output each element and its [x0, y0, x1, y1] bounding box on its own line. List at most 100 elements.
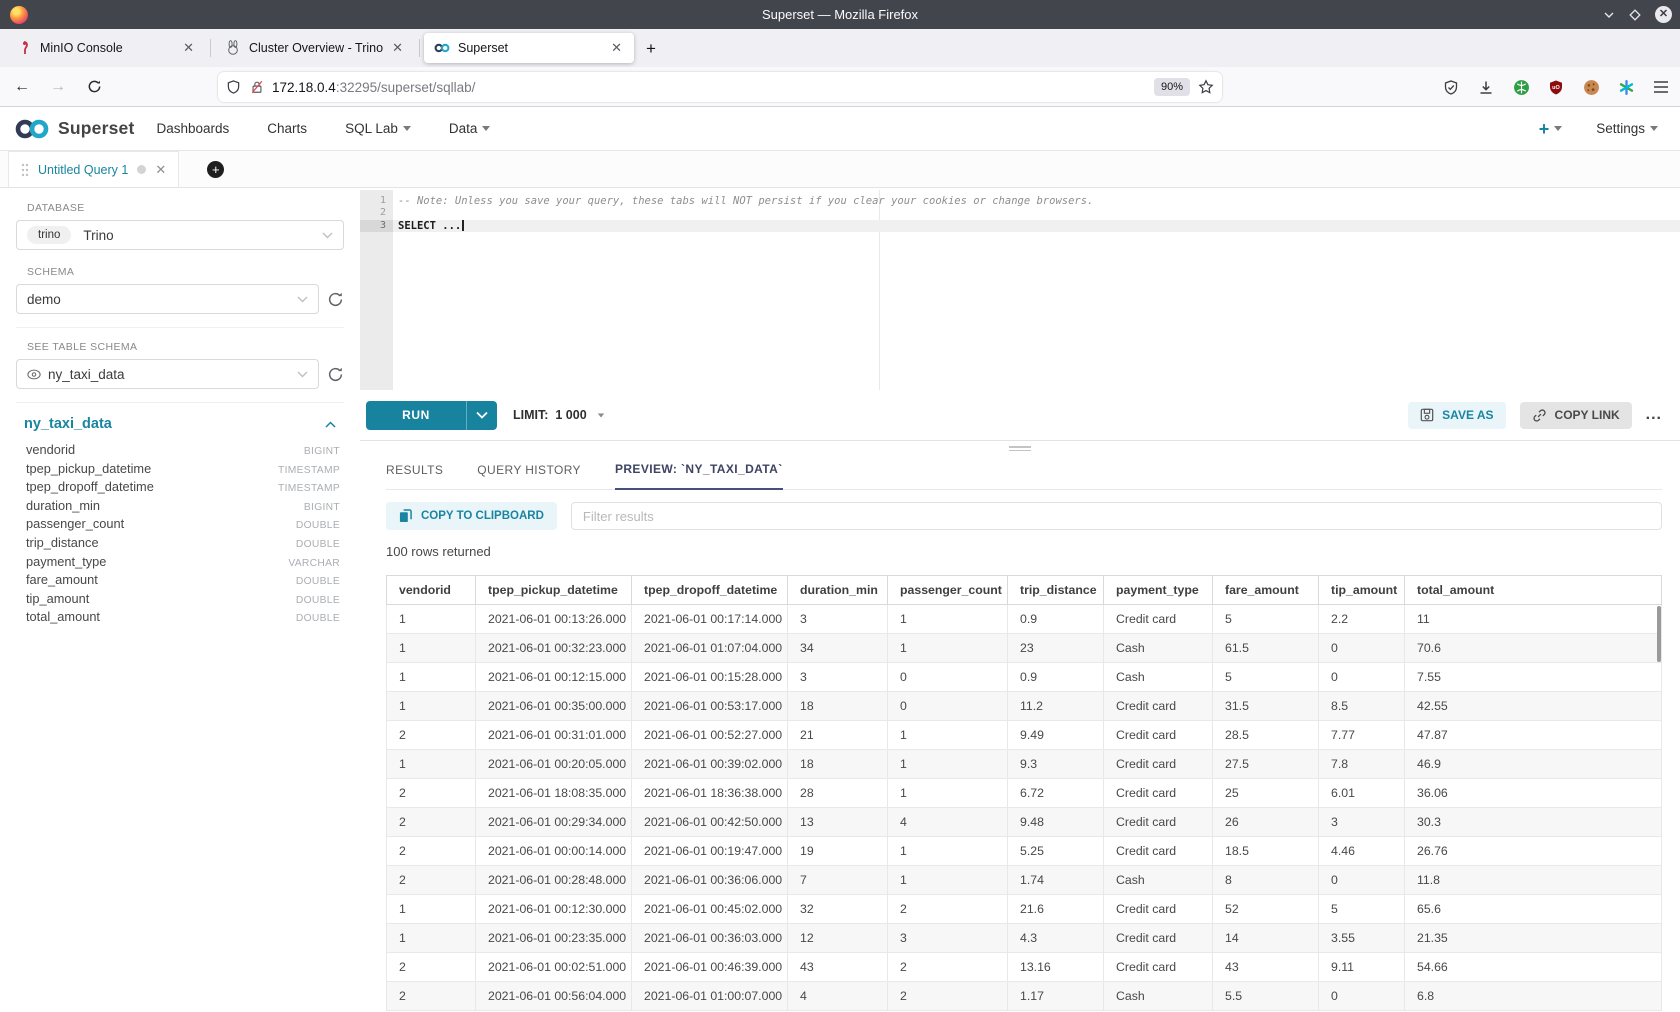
table-row[interactable]: 1 2021-06-01 00:12:30.000 2021-06-01 00:… [387, 895, 1662, 924]
database-label: DATABASE [27, 202, 344, 214]
table-row[interactable]: 2 2021-06-01 00:56:04.000 2021-06-01 01:… [387, 982, 1662, 1011]
table-row[interactable]: 1 2021-06-01 00:23:35.000 2021-06-01 00:… [387, 924, 1662, 953]
settings-menu[interactable]: Settings [1596, 121, 1658, 136]
run-options-chevron-icon[interactable] [467, 411, 497, 419]
table-picker-select[interactable]: ny_taxi_data [16, 359, 319, 389]
cell-payment-type: Credit card [1104, 779, 1213, 808]
forward-button[interactable]: → [44, 73, 72, 101]
bookmark-star-icon[interactable] [1198, 79, 1214, 95]
filter-results-input[interactable] [571, 502, 1662, 530]
reload-button[interactable] [80, 73, 108, 101]
new-item-button[interactable]: + [1539, 120, 1563, 138]
query-tab-close-icon[interactable]: ✕ [155, 162, 166, 178]
nav-data[interactable]: Data [449, 121, 491, 136]
table-header-cell[interactable]: tpep_pickup_datetime [476, 576, 632, 605]
downloads-icon[interactable] [1477, 78, 1495, 96]
table-header-cell[interactable]: fare_amount [1213, 576, 1319, 605]
table-header-cell[interactable]: total_amount [1405, 576, 1662, 605]
insecure-lock-icon[interactable] [250, 79, 264, 95]
zoom-level-badge[interactable]: 90% [1154, 78, 1190, 96]
schema-column-row: fare_amount DOUBLE [26, 572, 340, 591]
superset-brand[interactable]: Superset [12, 117, 135, 141]
add-query-tab-button[interactable]: + [207, 161, 224, 178]
nav-dashboards[interactable]: Dashboards [157, 121, 230, 136]
save-as-button[interactable]: SAVE AS [1408, 402, 1505, 429]
menu-hamburger-icon[interactable] [1652, 78, 1670, 96]
table-header-cell[interactable]: payment_type [1104, 576, 1213, 605]
cookie-icon[interactable] [1582, 78, 1600, 96]
window-minimize-button[interactable] [1603, 9, 1615, 21]
tab-close-icon[interactable]: ✕ [390, 40, 405, 56]
refresh-schema-icon[interactable] [327, 291, 344, 308]
database-select[interactable]: trino Trino [16, 220, 344, 250]
table-header-cell[interactable]: passenger_count [888, 576, 1008, 605]
chevron-down-icon [482, 126, 490, 131]
tab-query-history[interactable]: QUERY HISTORY [477, 463, 581, 489]
table-header-cell[interactable]: tpep_dropoff_datetime [632, 576, 788, 605]
cell-fare-amount: 5 [1213, 663, 1319, 692]
extension-green-icon[interactable] [1512, 78, 1530, 96]
save-as-label: SAVE AS [1442, 408, 1493, 422]
cell-vendorid: 2 [387, 808, 476, 837]
tab-results[interactable]: RESULTS [386, 463, 443, 489]
table-header-cell[interactable]: vendorid [387, 576, 476, 605]
copy-to-clipboard-button[interactable]: COPY TO CLIPBOARD [386, 502, 557, 530]
window-title: Superset — Mozilla Firefox [0, 7, 1680, 22]
limit-dropdown[interactable]: LIMIT: 1 000 [513, 408, 605, 422]
table-header-cell[interactable]: duration_min [788, 576, 888, 605]
sql-editor[interactable]: 1 -- Note: Unless you save your query, t… [360, 190, 1680, 390]
new-tab-button[interactable]: + [646, 40, 656, 57]
cell-payment-type: Cash [1104, 634, 1213, 663]
browser-tab-superset[interactable]: Superset ✕ [424, 33, 634, 63]
cell-dropoff-datetime: 2021-06-01 00:19:47.000 [632, 837, 788, 866]
table-header-cell[interactable]: trip_distance [1008, 576, 1104, 605]
table-row[interactable]: 2 2021-06-01 18:08:35.000 2021-06-01 18:… [387, 779, 1662, 808]
table-row[interactable]: 1 2021-06-01 00:20:05.000 2021-06-01 00:… [387, 750, 1662, 779]
table-row[interactable]: 1 2021-06-01 00:13:26.000 2021-06-01 00:… [387, 605, 1662, 634]
run-button[interactable]: RUN [366, 401, 497, 430]
nav-charts[interactable]: Charts [267, 121, 307, 136]
table-row[interactable]: 2 2021-06-01 00:02:51.000 2021-06-01 00:… [387, 953, 1662, 982]
window-maximize-button[interactable] [1629, 9, 1641, 21]
table-row[interactable]: 2 2021-06-01 00:29:34.000 2021-06-01 00:… [387, 808, 1662, 837]
table-row[interactable]: 2 2021-06-01 00:31:01.000 2021-06-01 00:… [387, 721, 1662, 750]
more-options-button[interactable]: ... [1646, 406, 1662, 424]
table-header-cell[interactable]: tip_amount [1319, 576, 1405, 605]
table-row[interactable]: 1 2021-06-01 00:32:23.000 2021-06-01 01:… [387, 634, 1662, 663]
column-name: tpep_dropoff_datetime [26, 479, 154, 494]
query-tab-label: Untitled Query 1 [38, 163, 128, 177]
table-schema-title[interactable]: ny_taxi_data [24, 416, 112, 432]
back-button[interactable]: ← [8, 73, 36, 101]
browser-tab-minio[interactable]: MinIO Console ✕ [6, 33, 206, 63]
cell-passenger-count: 1 [888, 634, 1008, 663]
tracking-shield-icon[interactable] [226, 79, 241, 95]
table-row[interactable]: 1 2021-06-01 00:12:15.000 2021-06-01 00:… [387, 663, 1662, 692]
collapse-chevron-up-icon[interactable] [325, 421, 336, 428]
browser-nav-toolbar: ← → 172.18.0.4:32295/superset/sqllab/ 90… [0, 67, 1680, 107]
url-bar[interactable]: 172.18.0.4:32295/superset/sqllab/ 90% [218, 72, 1222, 102]
cell-duration-min: 18 [788, 692, 888, 721]
table-row[interactable]: 2 2021-06-01 00:00:14.000 2021-06-01 00:… [387, 837, 1662, 866]
refresh-tables-icon[interactable] [327, 366, 344, 383]
tab-preview-ny-taxi-data[interactable]: PREVIEW: `NY_TAXI_DATA` [615, 462, 783, 490]
cell-pickup-datetime: 2021-06-01 00:28:48.000 [476, 866, 632, 895]
cell-passenger-count: 3 [888, 924, 1008, 953]
browser-tab-trino[interactable]: Cluster Overview - Trino ✕ [215, 33, 415, 63]
cell-fare-amount: 27.5 [1213, 750, 1319, 779]
cell-total-amount: 11.8 [1405, 866, 1662, 895]
query-tab[interactable]: Untitled Query 1 ✕ [8, 151, 179, 187]
window-close-button[interactable]: ✕ [1655, 6, 1672, 23]
tab-close-icon[interactable]: ✕ [609, 40, 624, 56]
tab-close-icon[interactable]: ✕ [181, 40, 196, 56]
table-row[interactable]: 1 2021-06-01 00:35:00.000 2021-06-01 00:… [387, 692, 1662, 721]
copy-link-button[interactable]: COPY LINK [1520, 402, 1632, 429]
pocket-shield-icon[interactable] [1442, 78, 1460, 96]
ublock-origin-icon[interactable]: uO [1547, 78, 1565, 96]
schema-select[interactable]: demo [16, 284, 319, 314]
table-scrollbar-thumb[interactable] [1657, 606, 1661, 662]
cell-dropoff-datetime: 2021-06-01 00:53:17.000 [632, 692, 788, 721]
nav-sql-lab[interactable]: SQL Lab [345, 121, 411, 136]
table-row[interactable]: 2 2021-06-01 00:28:48.000 2021-06-01 00:… [387, 866, 1662, 895]
multicolor-asterisk-icon[interactable] [1617, 78, 1635, 96]
sqllab-main: 1 -- Note: Unless you save your query, t… [360, 188, 1680, 1012]
